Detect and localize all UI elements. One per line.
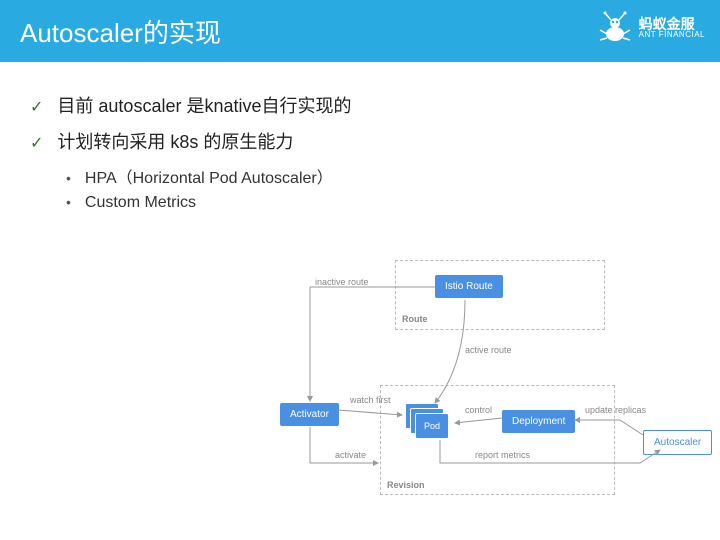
slide-content: ✓ 目前 autoscaler 是knative自行实现的 ✓ 计划转向采用 k… [0, 62, 720, 212]
bullet-2: ✓ 计划转向采用 k8s 的原生能力 [30, 128, 690, 154]
brand-logo: 蚂蚁金服 ANT FINANCIAL [597, 10, 705, 46]
pod-node-1: Pod [415, 413, 449, 439]
sub-bullet-2: • Custom Metrics [66, 194, 690, 212]
bullet-1: ✓ 目前 autoscaler 是knative自行实现的 [30, 92, 690, 118]
dot-icon: • [66, 194, 71, 210]
activator-node: Activator [280, 403, 339, 426]
edge-control-label: control [465, 405, 492, 415]
autoscaler-node: Autoscaler [643, 430, 712, 455]
dot-icon: • [66, 170, 71, 186]
sub-bullet-2-text: Custom Metrics [85, 194, 196, 212]
edge-report-label: report metrics [475, 450, 530, 460]
edge-active-label: active route [465, 345, 512, 355]
deployment-node: Deployment [502, 410, 575, 433]
edge-activate-label: activate [335, 450, 366, 460]
edge-inactive-label: inactive route [315, 277, 369, 287]
logo-text-en: ANT FINANCIAL [639, 31, 705, 39]
check-icon: ✓ [30, 133, 43, 153]
slide-header: Autoscaler的实现 蚂蚁金服 ANT FINANCIAL [0, 0, 720, 62]
ant-icon [597, 10, 633, 46]
route-group-label: Route [402, 314, 428, 324]
bullet-2-text: 计划转向采用 k8s 的原生能力 [57, 128, 293, 154]
edge-watch-label: watch first [350, 395, 391, 405]
edge-update-label: update replicas [585, 405, 646, 415]
slide-title: Autoscaler的实现 [20, 13, 221, 50]
logo-text-cn: 蚂蚁金服 [639, 17, 705, 31]
istio-route-node: Istio Route [435, 275, 503, 298]
sub-bullet-1: • HPA（Horizontal Pod Autoscaler） [66, 164, 690, 188]
sub-bullet-1-text: HPA（Horizontal Pod Autoscaler） [85, 164, 333, 188]
bullet-1-text: 目前 autoscaler 是knative自行实现的 [57, 92, 351, 118]
check-icon: ✓ [30, 97, 43, 117]
revision-group-label: Revision [387, 480, 425, 490]
revision-group-box [380, 385, 615, 495]
architecture-diagram: Route Revision Istio Route Activator Dep… [280, 255, 710, 530]
